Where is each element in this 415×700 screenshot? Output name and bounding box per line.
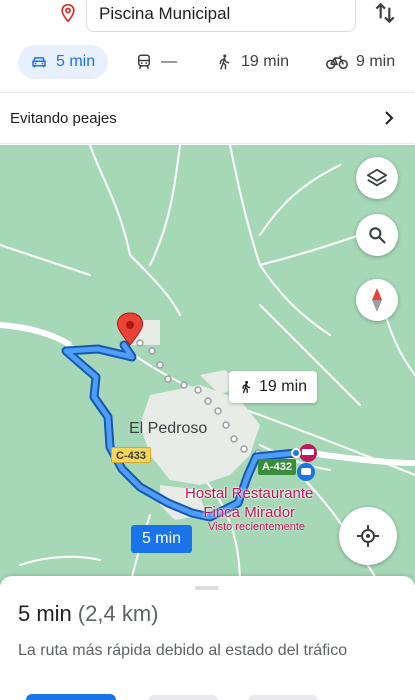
poi-subtitle: Visto recientemente xyxy=(208,521,306,533)
route-time-label[interactable]: 5 min xyxy=(131,525,192,553)
car-icon xyxy=(32,57,46,68)
route-endpoint xyxy=(291,448,301,458)
poi-name-line1: Hostal Restaurante xyxy=(185,485,314,502)
walking-callout-time: 19 min xyxy=(259,378,308,395)
train-icon xyxy=(138,54,150,70)
directions-screen: Piscina Municipal 5 min — 19 min 9 min E… xyxy=(0,0,415,700)
sheet-drag-handle[interactable] xyxy=(195,586,219,590)
compass-button[interactable] xyxy=(356,279,398,321)
route-summary: 5 min (2,4 km) xyxy=(18,601,158,627)
travel-mode-tabs: 5 min — 19 min 9 min xyxy=(0,34,415,90)
steps-button-edge[interactable] xyxy=(148,695,218,700)
start-button-edge[interactable] xyxy=(26,694,116,700)
walking-time: 19 min xyxy=(241,53,290,70)
destination-text: Piscina Municipal xyxy=(99,4,231,23)
compass-icon xyxy=(372,288,382,312)
route-options-row[interactable]: Evitando peajes xyxy=(0,92,415,144)
my-location-button[interactable] xyxy=(339,507,397,565)
road-badge-c433: C-433 xyxy=(111,447,151,463)
town-label: El Pedroso xyxy=(129,420,208,437)
walking-time-callout[interactable]: 19 min xyxy=(229,371,318,403)
destination-field[interactable]: Piscina Municipal xyxy=(86,0,356,32)
hotel-poi-icon[interactable] xyxy=(299,444,317,462)
route-distance: (2,4 km) xyxy=(77,601,159,626)
restaurant-poi-icon[interactable] xyxy=(297,463,315,481)
tab-transit[interactable]: — xyxy=(135,45,177,79)
driving-time: 5 min xyxy=(56,53,96,70)
tab-cycling[interactable]: 9 min xyxy=(326,45,395,79)
walk-icon xyxy=(219,54,230,70)
share-button-edge[interactable] xyxy=(248,695,318,700)
road-badge-a432: A-432 xyxy=(258,459,296,475)
route-reason: La ruta más rápida debido al estado del … xyxy=(18,642,348,659)
search-icon xyxy=(369,227,386,244)
layers-button[interactable] xyxy=(356,157,398,199)
top-bar: Piscina Municipal xyxy=(0,0,415,34)
route-summary-sheet[interactable]: 5 min (2,4 km) La ruta más rápida debido … xyxy=(0,576,415,700)
bike-icon xyxy=(326,55,348,70)
walk-icon xyxy=(242,380,251,393)
route-duration: 5 min xyxy=(18,601,72,626)
route-options-label: Evitando peajes xyxy=(10,110,117,127)
destination-pin-icon xyxy=(61,3,75,23)
poi-label[interactable]: Hostal Restaurante Finca Mirador xyxy=(185,484,313,522)
cycling-time: 9 min xyxy=(356,53,396,70)
tab-driving[interactable]: 5 min xyxy=(18,45,108,79)
map-view[interactable]: 19 min El Pedroso C-433 A-432 Hostal Res… xyxy=(0,145,415,585)
poi-name-line2: Finca Mirador xyxy=(203,504,296,521)
my-location-icon xyxy=(357,525,379,547)
swap-icon[interactable] xyxy=(372,0,398,26)
tab-walking[interactable]: 19 min xyxy=(215,45,289,79)
transit-time: — xyxy=(161,53,177,70)
chevron-right-icon xyxy=(385,111,394,125)
layers-icon xyxy=(366,168,388,187)
search-along-route-button[interactable] xyxy=(356,214,398,256)
